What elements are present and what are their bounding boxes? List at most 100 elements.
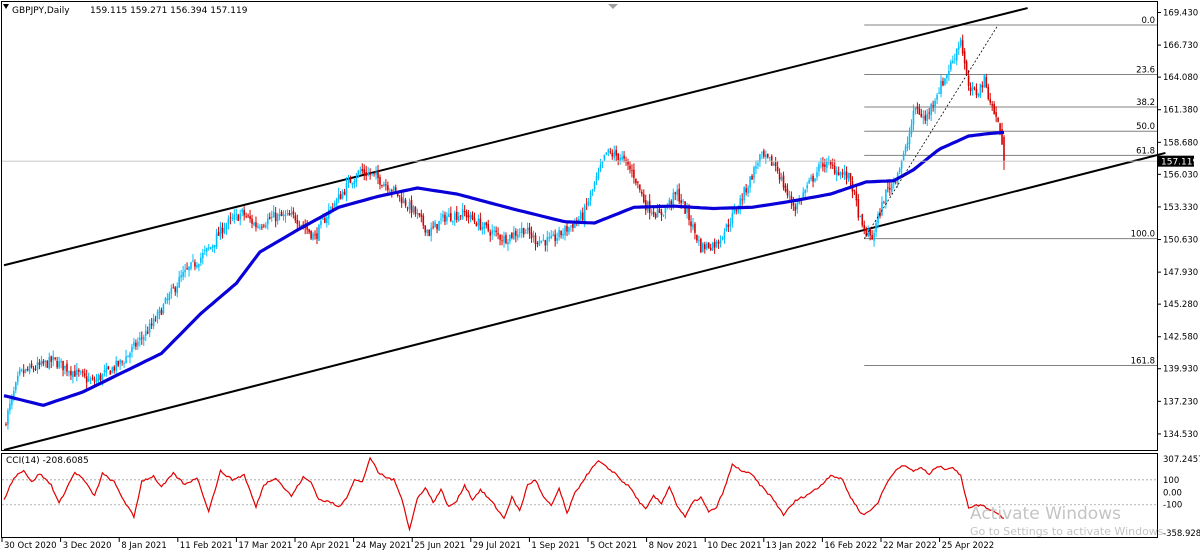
candle-body [322, 218, 324, 220]
candle-body [148, 323, 151, 333]
price-tick-label: 150.630 [1163, 236, 1198, 246]
candle-body [473, 218, 476, 222]
fib-level-label: 0.0 [1141, 16, 1155, 26]
candle-body [916, 107, 919, 109]
candle-body [633, 169, 635, 178]
candle-body [205, 247, 208, 252]
time-tick-label: 10 Dec 2021 [707, 541, 761, 551]
candle-body [48, 356, 51, 369]
candle-body [119, 359, 121, 364]
candle-body [341, 192, 344, 199]
candle-body [400, 197, 403, 204]
candle-body [499, 234, 501, 240]
candle-body [40, 360, 43, 366]
candle-body [979, 83, 982, 96]
fib-level-label: 161.8 [1131, 356, 1155, 366]
candle-body [320, 220, 322, 226]
candle-body [349, 178, 352, 184]
candle-body [881, 201, 883, 216]
dotted-trendline[interactable] [863, 24, 999, 239]
fibonacci-levels[interactable]: 0.0 23.6 38.2 50.0 61.8 100.0 161.8 [864, 16, 1157, 367]
candle-body [814, 178, 816, 182]
candle-body [292, 211, 295, 215]
candle-body [176, 286, 179, 294]
candle-body [820, 161, 822, 163]
candle-body [579, 212, 582, 220]
candle-body [965, 61, 968, 75]
price-tick-label: 158.680 [1163, 138, 1198, 148]
candle-body [168, 293, 171, 301]
candle-body [294, 215, 297, 221]
candle-body [316, 233, 318, 239]
scroll-marker-icon[interactable] [608, 4, 618, 9]
candle-body [131, 346, 133, 353]
candle-body [436, 224, 438, 230]
candle-body [158, 308, 161, 314]
candle-body [987, 86, 990, 99]
candle-body [133, 342, 135, 346]
candle-body [209, 247, 212, 250]
candle-body [869, 228, 871, 236]
candle-body [642, 194, 645, 202]
candle-body [298, 224, 301, 226]
candle-body [9, 403, 11, 411]
candle-body [568, 227, 570, 233]
candle-body [709, 247, 712, 250]
dotted-trendline-segment[interactable] [863, 24, 999, 239]
candle-body [363, 169, 366, 174]
price-panel-frame [1, 1, 1158, 451]
candle-body [621, 156, 623, 160]
candle-body [276, 214, 279, 222]
candle-body [333, 203, 336, 208]
candle-body [761, 152, 763, 154]
candle-body [729, 224, 732, 226]
candle-body [365, 172, 368, 176]
candle-body [97, 375, 100, 381]
candle-body [609, 151, 612, 153]
candle-body [806, 185, 808, 189]
candle-body [188, 266, 190, 271]
price-tick-label: 164.080 [1163, 73, 1198, 83]
candle-body [369, 173, 371, 175]
candle-body [526, 227, 529, 231]
candle-body [546, 237, 549, 246]
candle-body [971, 86, 974, 91]
candle-body [493, 230, 495, 232]
candle-body [420, 214, 423, 217]
time-axis: 30 Oct 2020 3 Dec 2020 8 Jan 2021 11 Feb 20… [1, 538, 994, 551]
candle-body [455, 211, 458, 220]
candle-body [270, 216, 273, 218]
time-tick-label: 8 Jan 2021 [121, 541, 167, 551]
channel-lower-line[interactable] [3, 151, 1166, 451]
candle-body [585, 203, 588, 205]
candle-body [955, 49, 958, 61]
candle-body [26, 369, 29, 371]
fib-level-label: 50.0 [1136, 122, 1155, 132]
candle-body [570, 225, 572, 227]
price-tick-label: 139.930 [1163, 365, 1198, 375]
candle-body [463, 211, 466, 213]
candle-body [890, 183, 893, 192]
candle-body [1003, 137, 1005, 162]
candle-body [259, 227, 261, 229]
candle-body [85, 376, 88, 383]
candle-body [243, 209, 245, 216]
candle-body [959, 39, 962, 46]
time-tick-label: 16 Feb 2022 [824, 541, 877, 551]
candle-body [416, 213, 419, 214]
candle-body [747, 187, 749, 194]
candle-body [749, 176, 751, 188]
candle-body [239, 213, 242, 220]
chart-canvas[interactable]: 0.0 23.6 38.2 50.0 61.8 100.0 161.8 169.430 166… [0, 0, 1200, 556]
candle-body [237, 215, 240, 221]
candle-body [505, 235, 507, 244]
candle-body [156, 311, 159, 319]
candle-body [513, 232, 515, 239]
candle-body [766, 154, 769, 158]
candle-body [725, 223, 728, 231]
candle-body [849, 172, 852, 181]
candle-body [229, 217, 232, 219]
candle-body [192, 260, 194, 262]
candle-body [792, 203, 795, 206]
candle-body [387, 185, 389, 191]
